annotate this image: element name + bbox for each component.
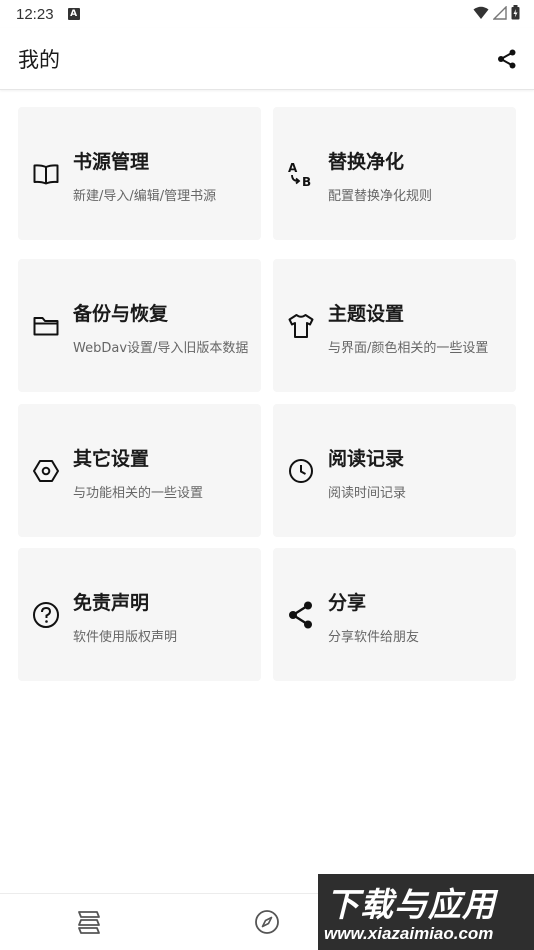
app-bar: 我的 <box>0 28 534 90</box>
card-share[interactable]: 分享 分享软件给朋友 <box>273 548 516 681</box>
card-replace-rules[interactable]: A B 替换净化 配置替换净化规则 <box>273 107 516 240</box>
card-title: 备份与恢复 <box>73 303 169 325</box>
site-watermark: 下载与应用 www.xiazaimiao.com <box>318 874 534 950</box>
card-subtitle: WebDav设置/导入旧版本数据 <box>73 341 249 356</box>
watermark-main: 下载与应用 <box>326 885 496 924</box>
card-title: 阅读记录 <box>328 448 405 470</box>
status-time: 12:23 <box>16 5 54 23</box>
nav-discover[interactable] <box>251 906 283 938</box>
card-title: 其它设置 <box>73 448 150 470</box>
book-open-icon <box>33 163 59 184</box>
card-other-settings[interactable]: 其它设置 与功能相关的一些设置 <box>18 404 261 537</box>
card-subtitle: 软件使用版权声明 <box>73 630 178 645</box>
help-circle-icon <box>33 601 59 628</box>
wifi-icon <box>473 6 489 19</box>
bookshelf-icon <box>78 911 100 934</box>
card-subtitle: 与界面/颜色相关的一些设置 <box>328 341 489 356</box>
compass-icon <box>255 910 279 934</box>
status-bar: 12:23 A <box>0 0 534 28</box>
card-reading-history[interactable]: 阅读记录 阅读时间记录 <box>273 404 516 537</box>
settings-hex-icon <box>33 459 59 482</box>
card-subtitle: 与功能相关的一些设置 <box>73 486 204 501</box>
card-subtitle: 配置替换净化规则 <box>328 189 433 204</box>
notification-icon: A <box>67 8 80 20</box>
card-title: 书源管理 <box>73 151 150 173</box>
share-button[interactable] <box>494 46 520 72</box>
svg-text:A: A <box>288 161 298 175</box>
page-title: 我的 <box>18 47 60 72</box>
watermark-url: www.xiazaimiao.com <box>324 924 494 943</box>
share-icon <box>289 601 312 628</box>
share-icon <box>498 49 516 69</box>
card-book-source[interactable]: 书源管理 新建/导入/编辑/管理书源 <box>18 107 261 240</box>
a-to-b-icon: A B <box>288 161 311 188</box>
shirt-icon <box>288 313 314 338</box>
status-icons <box>473 5 520 20</box>
nav-bookshelf[interactable] <box>73 906 105 938</box>
svg-text:B: B <box>302 175 311 188</box>
clock-icon <box>289 458 313 483</box>
card-theme-settings[interactable]: 主题设置 与界面/颜色相关的一些设置 <box>273 259 516 392</box>
card-subtitle: 分享软件给朋友 <box>328 630 420 645</box>
card-backup-restore[interactable]: 备份与恢复 WebDav设置/导入旧版本数据 <box>18 259 261 392</box>
card-disclaimer[interactable]: 免责声明 软件使用版权声明 <box>18 548 261 681</box>
card-title: 替换净化 <box>328 151 405 173</box>
card-title: 免责声明 <box>73 592 150 614</box>
card-title: 主题设置 <box>328 303 405 325</box>
folder-icon <box>33 316 59 335</box>
signal-icon <box>493 5 507 20</box>
card-title: 分享 <box>328 592 367 614</box>
card-subtitle: 新建/导入/编辑/管理书源 <box>73 189 217 204</box>
battery-icon <box>511 5 520 20</box>
card-subtitle: 阅读时间记录 <box>328 486 407 501</box>
